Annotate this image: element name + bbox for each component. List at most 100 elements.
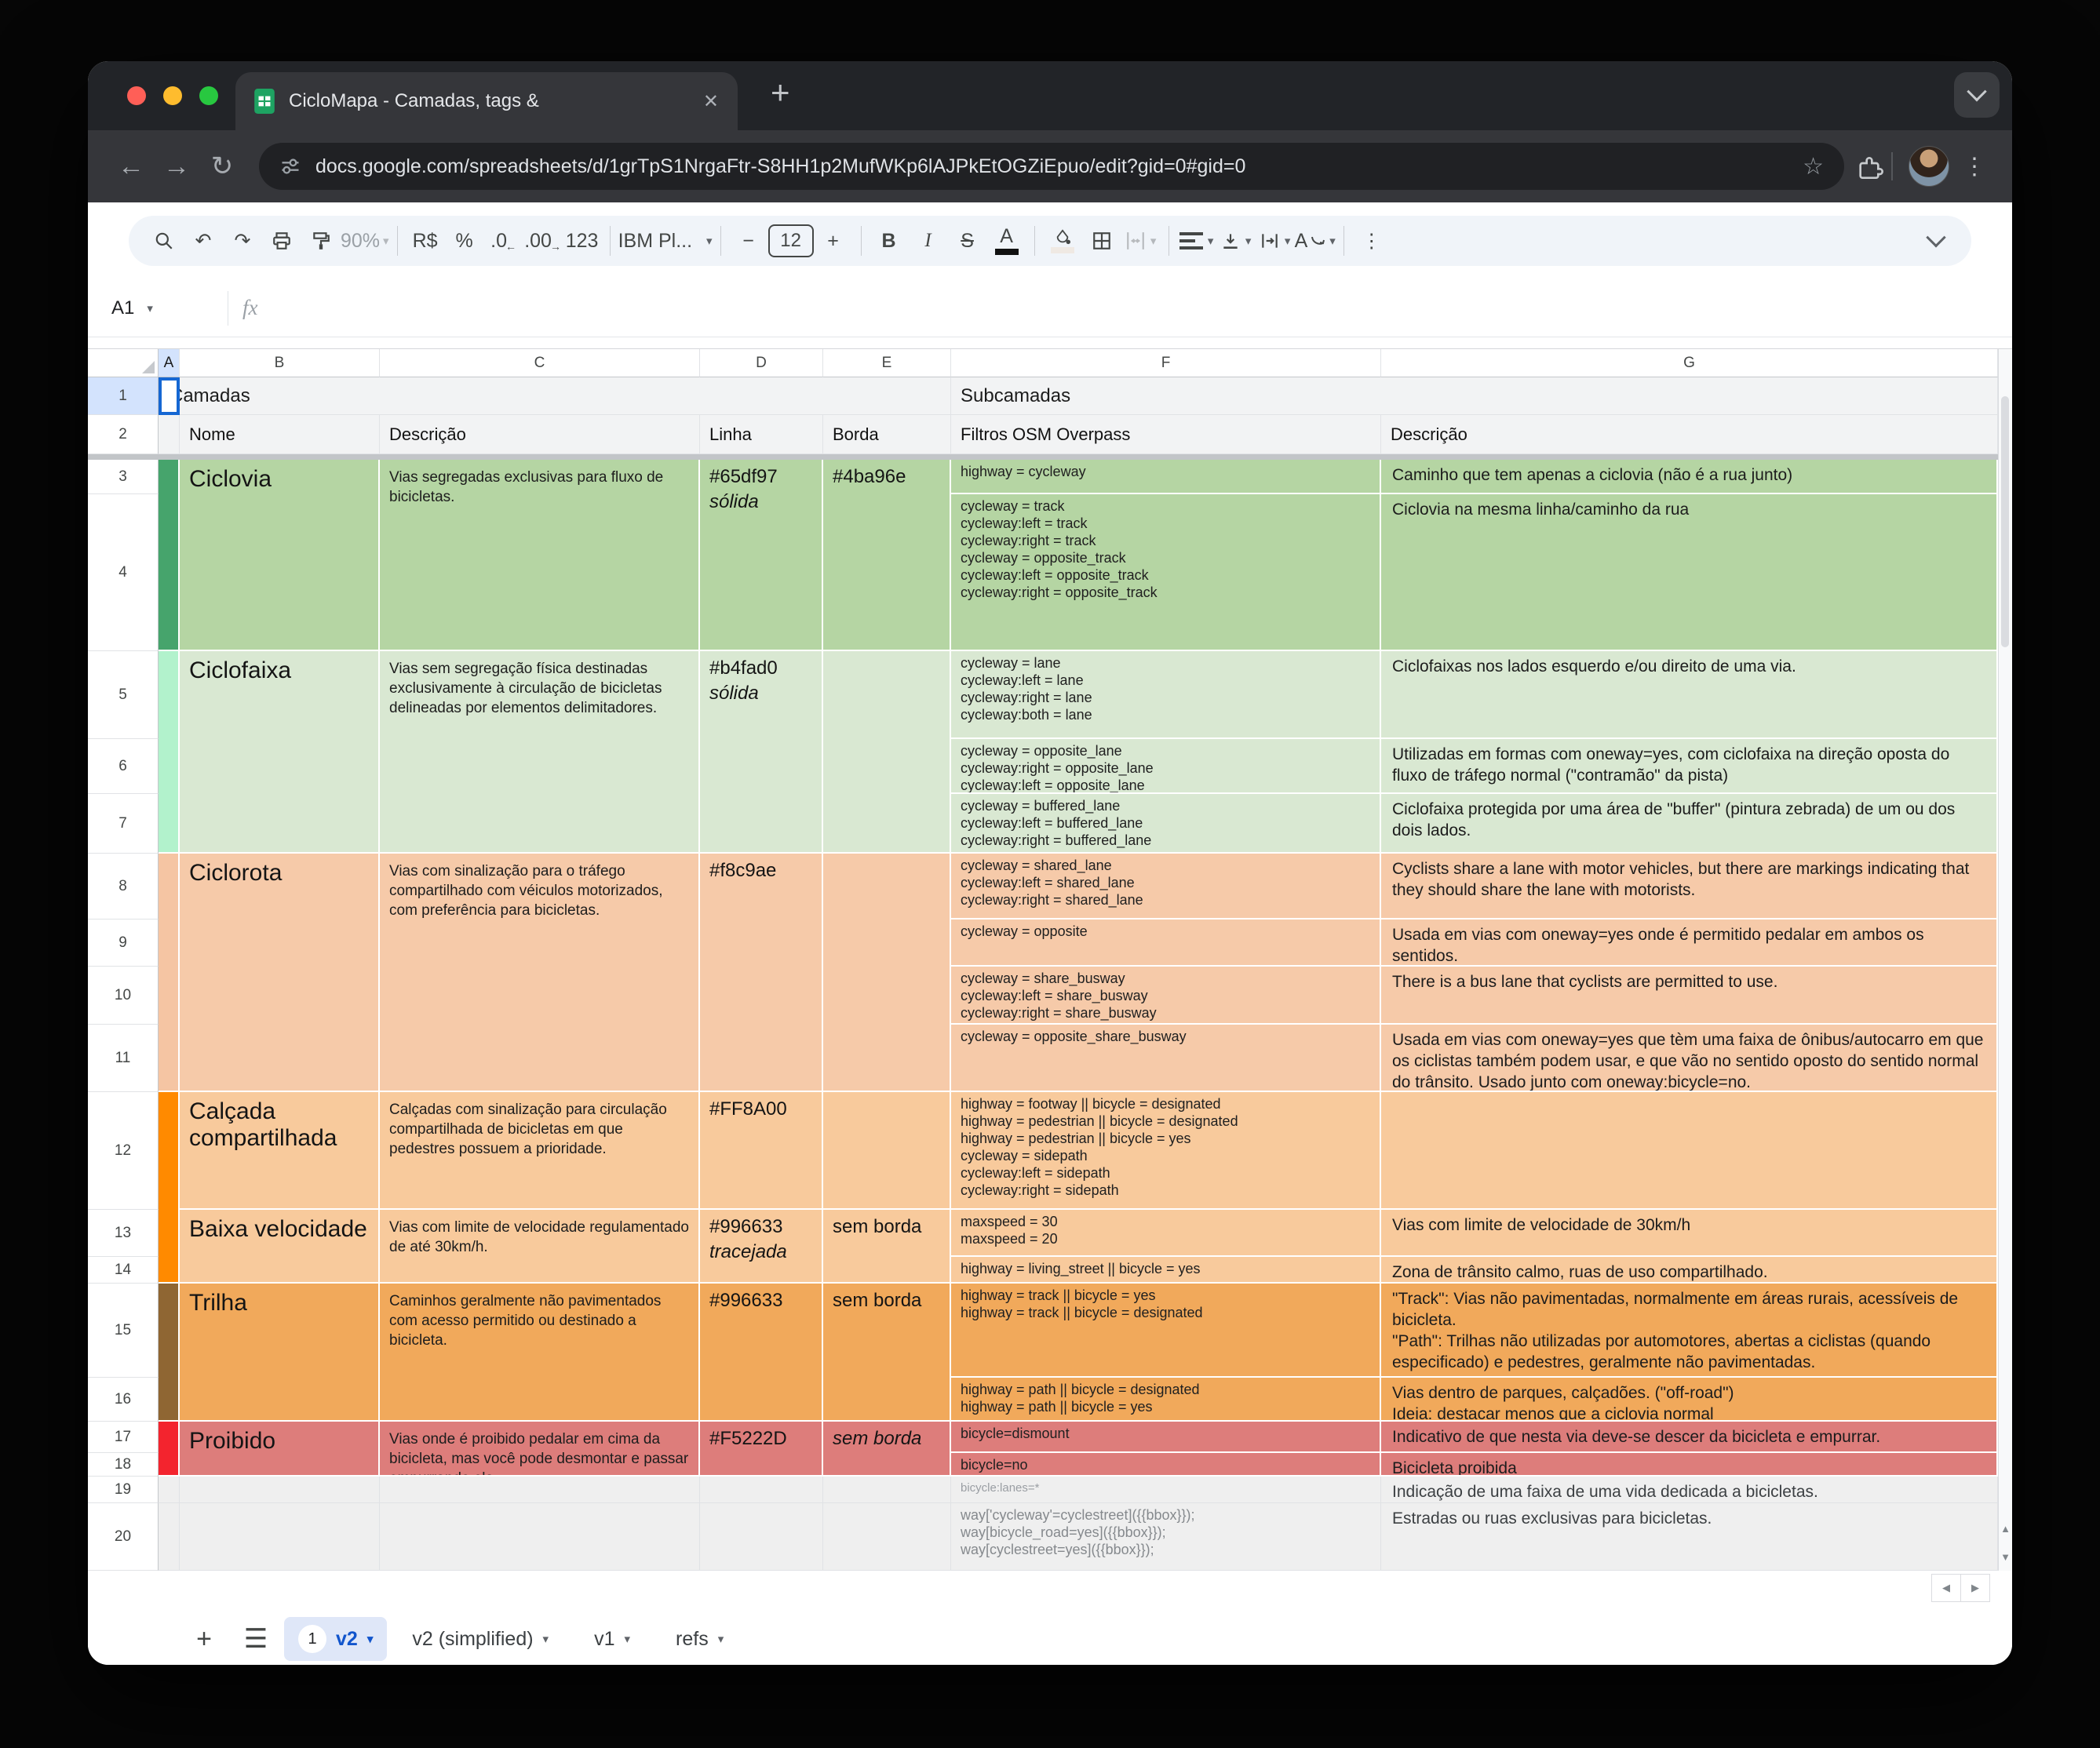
cell-f7[interactable]: cycleway = buffered_lane cycleway:left =… [951,794,1381,854]
scroll-right-button[interactable]: ▶ [1960,1574,1990,1602]
caret-down-icon[interactable]: ▾ [543,1632,549,1646]
row-header[interactable]: 2 [88,415,159,454]
undo-button[interactable]: ↶ [184,220,223,261]
row-header[interactable]: 17 [88,1422,159,1453]
select-all-corner[interactable] [88,349,159,377]
cell-desc-proibido[interactable]: Vias onde é proibido pedalar em cima da … [380,1422,700,1477]
increase-font-size-button[interactable]: + [814,220,853,261]
cell-g10[interactable]: There is a bus lane that cyclists are pe… [1381,967,1998,1025]
browser-menu-icon[interactable]: ⋮ [1957,153,1992,180]
cell-c19[interactable] [380,1477,700,1503]
cell-g14[interactable]: Zona de trânsito calmo, ruas de uso comp… [1381,1257,1998,1284]
cell-linha-baixa[interactable]: #996633 tracejada [700,1210,823,1284]
cell-f12[interactable]: highway = footway || bicycle = designate… [951,1092,1381,1210]
cell-f8[interactable]: cycleway = shared_lane cycleway:left = s… [951,854,1381,920]
all-sheets-button[interactable]: ☰ [232,1623,279,1655]
cell-desc-calcada[interactable]: Calçadas com sinalização para circulação… [380,1092,700,1210]
cell-e2-borda[interactable]: Borda [823,415,951,454]
cell-borda-trilha[interactable]: sem borda [823,1284,951,1422]
minimize-window-button[interactable] [163,86,182,105]
text-wrap-button[interactable]: ▾ [1256,220,1295,261]
cell-linha-ciclovia[interactable]: #65df97 sólida [700,460,823,651]
cell-b20[interactable] [180,1503,380,1571]
row-header[interactable]: 14 [88,1257,159,1284]
cell-d20[interactable] [700,1503,823,1571]
cell-borda-ciclovia[interactable]: #4ba96e [823,460,951,651]
cell-g12[interactable] [1381,1092,1998,1210]
cell-borda-calcada[interactable] [823,1092,951,1210]
toolbar-more-button[interactable]: ⋮ [1352,220,1391,261]
scroll-left-button[interactable]: ◀ [1931,1574,1961,1602]
text-color-button[interactable]: A [987,220,1026,261]
strikethrough-button[interactable]: S [948,220,987,261]
cell-borda-baixa[interactable]: sem borda [823,1210,951,1284]
swatch-proibido[interactable] [159,1422,180,1477]
back-button[interactable]: ← [108,151,154,182]
maximize-window-button[interactable] [199,86,218,105]
horizontal-scrollbar[interactable]: ◀ ▶ [1931,1574,1990,1602]
row-header[interactable]: 20 [88,1503,159,1571]
row-header[interactable]: 1 [88,377,159,415]
vertical-scrollbar[interactable]: ▲ ▼ [1998,349,2012,1571]
new-tab-button[interactable]: + [771,74,790,111]
cell-g4[interactable]: Ciclovia na mesma linha/caminho da rua [1381,494,1998,651]
cell-g19[interactable]: Indicação de uma faixa de uma vida dedic… [1381,1477,1998,1503]
cell-f6[interactable]: cycleway = opposite_lane cycleway:right … [951,739,1381,794]
cell-f11[interactable]: cycleway = opposite_share_busway [951,1025,1381,1092]
cell-nome-ciclofaixa[interactable]: Ciclofaixa [180,651,380,854]
bookmark-star-icon[interactable]: ☆ [1803,153,1824,180]
scroll-down-icon[interactable]: ▼ [1999,1551,2012,1563]
cell-linha-calcada[interactable]: #FF8A00 [700,1092,823,1210]
sheet-tab-v1[interactable]: v1 ▾ [574,1628,651,1651]
cell-g17[interactable]: Indicativo de que nesta via deve-se desc… [1381,1422,1998,1453]
swatch-ciclovia[interactable] [159,460,180,651]
cell-f19[interactable]: bicycle:lanes=* [951,1477,1381,1503]
cell-g9[interactable]: Usada em vias com oneway=yes onde é perm… [1381,920,1998,967]
text-rotation-button[interactable]: A ▾ [1295,220,1336,261]
collapse-toolbar-button[interactable] [1916,220,1956,261]
cell-c2-descricao[interactable]: Descrição [380,415,700,454]
horizontal-align-button[interactable]: ▾ [1177,220,1216,261]
cell-borda-ciclofaixa[interactable] [823,651,951,854]
sheet-tab-v2-simplified[interactable]: v2 (simplified) ▾ [392,1628,569,1651]
cell-d2-linha[interactable]: Linha [700,415,823,454]
cell-g16[interactable]: Vias dentro de parques, calçadões. ("off… [1381,1378,1998,1422]
cell-nome-ciclovia[interactable]: Ciclovia [180,460,380,651]
extensions-puzzle-icon[interactable] [1858,154,1883,179]
more-formats-button[interactable]: 123 [563,220,602,261]
cell-g2-descricao[interactable]: Descrição [1381,415,1998,454]
cell-f16[interactable]: highway = path || bicycle = designated h… [951,1378,1381,1422]
cell-a20[interactable] [159,1503,180,1571]
cell-e19[interactable] [823,1477,951,1503]
decrease-decimal-button[interactable]: .0← [484,220,523,261]
swatch-trilha[interactable] [159,1284,180,1422]
increase-decimal-button[interactable]: .00→ [523,220,563,261]
print-button[interactable] [262,220,301,261]
decrease-font-size-button[interactable]: − [729,220,768,261]
profile-avatar[interactable] [1909,146,1949,187]
vertical-scrollbar-thumb[interactable] [2001,396,2009,647]
cell-a2[interactable] [159,415,180,454]
cell-g11[interactable]: Usada em vias com oneway=yes que tèm uma… [1381,1025,1998,1092]
cell-g13[interactable]: Vias com limite de velocidade de 30km/h [1381,1210,1998,1257]
cell-linha-ciclofaixa[interactable]: #b4fad0 sólida [700,651,823,854]
col-header-a[interactable]: A [159,349,180,377]
cell-f4[interactable]: cycleway = track cycleway:left = track c… [951,494,1381,651]
cell-linha-trilha[interactable]: #996633 [700,1284,823,1422]
cell-f17[interactable]: bicycle=dismount [951,1422,1381,1453]
row-header[interactable]: 7 [88,794,159,854]
zoom-select[interactable]: 90% ▾ [341,220,389,261]
cell-b2-nome[interactable]: Nome [180,415,380,454]
cell-f10[interactable]: cycleway = share_busway cycleway:left = … [951,967,1381,1025]
cell-linha-proibido[interactable]: #F5222D [700,1422,823,1477]
caret-down-icon[interactable]: ▾ [718,1632,724,1646]
forward-button[interactable]: → [154,151,199,182]
row-header[interactable]: 18 [88,1453,159,1477]
row-header[interactable]: 13 [88,1210,159,1257]
cell-nome-baixa[interactable]: Baixa velocidade [180,1210,380,1284]
close-window-button[interactable] [127,86,146,105]
bold-button[interactable]: B [870,220,909,261]
sheet-tab-refs[interactable]: refs ▾ [655,1628,744,1651]
cell-g5[interactable]: Ciclofaixas nos lados esquerdo e/ou dire… [1381,651,1998,739]
cell-g8[interactable]: Cyclists share a lane with motor vehicle… [1381,854,1998,920]
